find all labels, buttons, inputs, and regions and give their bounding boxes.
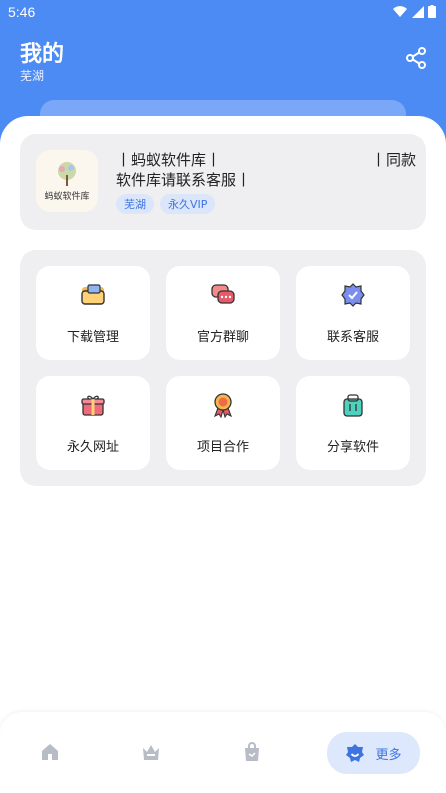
battery-icon [428, 5, 436, 18]
app-logo: 蚂蚁软件库 [36, 150, 98, 212]
tree-logo-icon [58, 161, 76, 186]
medal-icon [213, 393, 233, 418]
tile-download-manager[interactable]: 下载管理 [36, 266, 150, 360]
nav-home[interactable] [40, 742, 60, 762]
nav-crown[interactable] [141, 742, 161, 762]
page-subtitle: 芜湖 [20, 69, 45, 83]
gift-icon [81, 395, 105, 416]
profile-line1-left: 丨蚂蚁软件库丨 [116, 151, 222, 169]
profile-card[interactable]: 蚂蚁软件库 丨蚂蚁软件库丨 丨同款 软件库请联系客服丨 芜湖 永久VIP [20, 134, 426, 230]
folder-icon [81, 284, 105, 305]
tag-vip: 永久VIP [160, 194, 216, 214]
bag-icon [343, 394, 363, 417]
share-icon [406, 47, 426, 69]
shopping-bag-icon [245, 742, 259, 761]
tile-label: 下载管理 [66, 330, 119, 345]
nav-shop[interactable] [242, 742, 262, 762]
badge-check-icon [341, 283, 365, 307]
tile-permanent-url[interactable]: 永久网址 [36, 376, 150, 470]
signal-icon [412, 5, 424, 18]
tile-label: 联系客服 [326, 330, 379, 345]
status-bar: 5:46 [0, 0, 446, 26]
tile-project-cooperation[interactable]: 项目合作 [166, 376, 280, 470]
wifi-icon [393, 5, 407, 17]
profile-description: 丨蚂蚁软件库丨 丨同款 软件库请联系客服丨 [116, 150, 416, 190]
profile-line1-right: 丨同款 [370, 151, 416, 169]
tile-label: 分享软件 [326, 440, 379, 455]
page-title: 我的 [20, 42, 65, 67]
tile-official-group[interactable]: 官方群聊 [166, 266, 280, 360]
home-icon [42, 744, 58, 760]
settings-icon [346, 744, 365, 762]
crown-icon [143, 745, 159, 760]
tile-contact-support[interactable]: 联系客服 [296, 266, 410, 360]
nav-more[interactable]: 更多 [327, 732, 420, 774]
tile-label: 项目合作 [196, 440, 249, 455]
nav-more-label: 更多 [375, 747, 402, 763]
status-time: 5:46 [8, 4, 36, 20]
tile-label: 官方群聊 [196, 330, 249, 345]
profile-tags: 芜湖 永久VIP [116, 194, 216, 214]
tag-location: 芜湖 [116, 194, 154, 214]
chat-icon [211, 284, 235, 304]
tile-label: 永久网址 [66, 440, 119, 455]
status-icons [392, 5, 436, 18]
logo-text: 蚂蚁软件库 [44, 191, 90, 202]
tile-share-software[interactable]: 分享软件 [296, 376, 410, 470]
profile-line2: 软件库请联系客服丨 [116, 171, 252, 189]
feature-grid: 下载管理 官方群聊 联系客服 永久网址 项目合作 分享软件 [20, 250, 426, 486]
bottom-navigation: 更多 [0, 712, 446, 793]
share-button[interactable] [404, 46, 428, 70]
